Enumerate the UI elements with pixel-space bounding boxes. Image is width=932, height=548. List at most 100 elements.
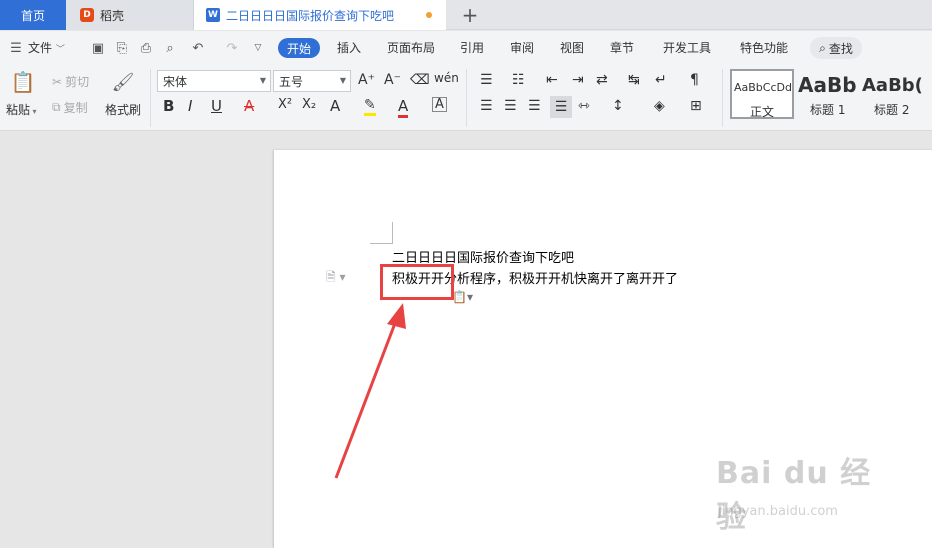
tab-daoke[interactable]: D 稻壳 <box>66 0 194 30</box>
copy-button[interactable]: ⧉ 复制 <box>52 99 88 116</box>
style-heading-1-name: 标题 1 <box>810 103 846 117</box>
menu-tab-review-label: 审阅 <box>510 41 535 55</box>
print-icon[interactable]: ⎙ <box>138 40 154 56</box>
sort-icon[interactable]: ↹ <box>628 72 640 88</box>
menu-tab-insert-label: 插入 <box>337 41 362 55</box>
baidu-watermark: Bai du 经验 jingyan.baidu.com <box>716 448 896 535</box>
underline-icon[interactable]: U <box>211 97 222 115</box>
hamburger-icon[interactable]: ☰ <box>8 40 24 56</box>
new-tab-button[interactable]: + <box>458 0 482 30</box>
subscript-icon[interactable]: X₂ <box>302 97 316 112</box>
style-heading-2[interactable]: AaBb( 标题 2 <box>862 69 932 119</box>
format-painter-icon[interactable]: 🖌 <box>112 69 135 95</box>
borders-icon[interactable]: ⊞ <box>690 98 702 114</box>
writer-doc-icon: W <box>206 8 220 22</box>
align-right-icon[interactable]: ☰ <box>528 98 541 114</box>
margin-corner-mark <box>370 243 392 244</box>
daoke-logo-icon: D <box>80 8 94 22</box>
font-size-select[interactable]: 五号 ▼ <box>273 70 351 92</box>
menu-bar: ☰ 文件 ﹀ ▣ ⎘ ⎙ ⌕ ↶ ↷ ▽ 开始 插入 页面布局 引用 审阅 视图… <box>0 31 932 65</box>
copy-icon: ⧉ <box>52 100 61 114</box>
line-break-icon[interactable]: ↵ <box>655 72 667 88</box>
menu-file[interactable]: 文件 ﹀ <box>28 39 65 56</box>
distribute-icon[interactable]: ⇿ <box>578 98 590 114</box>
style-heading-2-name: 标题 2 <box>874 103 910 117</box>
style-normal[interactable]: AaBbCcDd 正文 <box>730 69 794 119</box>
menu-tab-start[interactable]: 开始 <box>278 38 320 58</box>
tab-daoke-label: 稻壳 <box>100 8 125 23</box>
export-icon[interactable]: ⎘ <box>114 40 130 56</box>
menu-tab-view[interactable]: 视图 <box>560 39 584 56</box>
line-spacing-icon[interactable]: ↕ <box>612 98 624 114</box>
quick-access-dropdown-icon[interactable]: ▽ <box>250 40 266 56</box>
font-size-value: 五号 <box>279 74 304 89</box>
style-heading-1[interactable]: AaBb 标题 1 <box>796 69 860 119</box>
font-name-select[interactable]: 宋体 ▼ <box>157 70 271 92</box>
format-painter-button[interactable]: 格式刷 <box>105 101 141 118</box>
decrease-indent-icon[interactable]: ⇤ <box>546 72 558 88</box>
menu-tab-layout[interactable]: 页面布局 <box>387 39 435 56</box>
plus-icon: + <box>461 3 479 27</box>
paste-label: 粘贴 <box>6 103 31 117</box>
menu-tab-chapter[interactable]: 章节 <box>610 39 634 56</box>
justify-icon[interactable]: ☰ <box>550 96 572 118</box>
document-structure-icon[interactable]: 🗎 ▾ <box>326 268 346 289</box>
italic-icon[interactable]: I <box>188 97 192 115</box>
text-effect-icon[interactable]: A <box>330 97 340 115</box>
tab-bar: 首页 D 稻壳 W 二日日日日国际报价查询下吃吧 + <box>0 0 932 30</box>
menu-tab-view-label: 视图 <box>560 41 585 55</box>
ribbon-divider <box>722 69 723 127</box>
copy-label: 复制 <box>63 101 88 115</box>
menu-tab-chapter-label: 章节 <box>610 41 635 55</box>
text-direction-icon[interactable]: ⇄ <box>596 72 608 88</box>
paste-options-icon[interactable]: 📋▾ <box>452 290 473 304</box>
redo-icon[interactable]: ↷ <box>224 40 240 56</box>
format-painter-label: 格式刷 <box>105 103 142 117</box>
chevron-down-icon: ▼ <box>259 76 266 85</box>
menu-tab-layout-label: 页面布局 <box>387 41 436 55</box>
phonetic-guide-icon[interactable]: wén <box>434 71 459 85</box>
align-left-icon[interactable]: ☰ <box>480 98 493 114</box>
bullet-list-icon[interactable]: ☰ <box>480 72 493 88</box>
unsaved-dot-icon <box>426 12 432 18</box>
strikethrough-icon[interactable]: A <box>244 97 254 115</box>
decrease-font-icon[interactable]: A⁻ <box>384 72 401 88</box>
menu-tab-developer-label: 开发工具 <box>663 41 712 55</box>
font-name-value: 宋体 <box>163 74 188 89</box>
superscript-icon[interactable]: X² <box>278 97 292 112</box>
clear-format-icon[interactable]: ⌫ <box>410 72 430 88</box>
font-color-icon[interactable]: A <box>398 97 409 118</box>
menu-tab-review[interactable]: 审阅 <box>510 39 534 56</box>
save-icon[interactable]: ▣ <box>90 40 106 56</box>
tab-home[interactable]: 首页 <box>0 0 66 30</box>
menu-tab-developer[interactable]: 开发工具 <box>663 39 711 56</box>
style-heading-1-sample: AaBb <box>798 73 857 97</box>
undo-icon[interactable]: ↶ <box>190 40 206 56</box>
chevron-down-icon: ▼ <box>339 76 346 85</box>
menu-tab-features-label: 特色功能 <box>740 41 789 55</box>
search-button[interactable]: ⌕ 查找 <box>810 37 862 59</box>
paste-button[interactable]: 粘贴 ▾ <box>6 101 37 118</box>
cut-button[interactable]: ✂ 剪切 <box>52 73 89 90</box>
highlight-icon[interactable]: ✎ <box>364 97 376 116</box>
align-center-icon[interactable]: ☰ <box>504 98 517 114</box>
ribbon-toolbar: 📋 粘贴 ▾ ✂ 剪切 ⧉ 复制 🖌 格式刷 宋体 ▼ 五号 ▼ A⁺ A⁻ ⌫ wén… <box>0 65 932 131</box>
show-marks-icon[interactable]: ¶ <box>690 72 699 88</box>
margin-corner-mark <box>392 222 393 244</box>
menu-tab-insert[interactable]: 插入 <box>337 39 361 56</box>
menu-tab-references[interactable]: 引用 <box>460 39 484 56</box>
increase-indent-icon[interactable]: ⇥ <box>572 72 584 88</box>
increase-font-icon[interactable]: A⁺ <box>358 72 375 88</box>
ribbon-divider <box>466 69 467 127</box>
char-border-icon[interactable]: A <box>432 97 447 112</box>
tab-document[interactable]: W 二日日日日国际报价查询下吃吧 <box>194 0 446 30</box>
tab-home-label: 首页 <box>20 8 45 23</box>
numbered-list-icon[interactable]: ☷ <box>512 72 525 88</box>
shading-icon[interactable]: ◈ <box>654 98 665 114</box>
paste-clipboard-icon[interactable]: 📋 <box>10 69 36 95</box>
menu-tab-features[interactable]: 特色功能 <box>740 39 788 56</box>
ribbon-divider <box>150 69 151 127</box>
search-label: 查找 <box>828 41 853 56</box>
bold-icon[interactable]: B <box>163 97 174 115</box>
print-preview-icon[interactable]: ⌕ <box>162 40 178 56</box>
